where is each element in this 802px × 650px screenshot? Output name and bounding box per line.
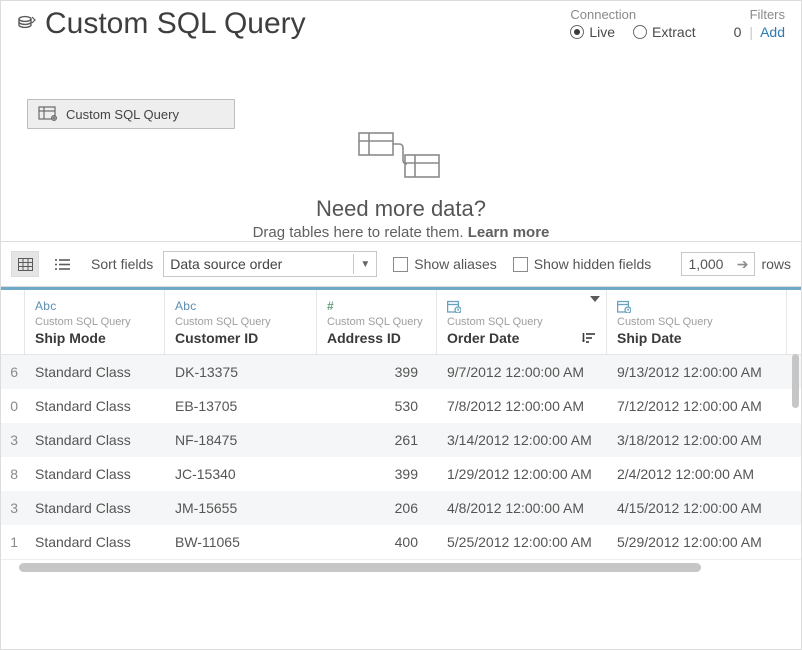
cell-customer-id: DK-13375 <box>165 355 317 389</box>
rows-label: rows <box>761 256 791 272</box>
cell-address-id: 261 <box>317 423 437 457</box>
sort-fields-dropdown[interactable]: Data source order ▼ <box>163 251 377 277</box>
sort-icon[interactable] <box>582 332 596 344</box>
connection-radios: Live Extract <box>570 24 695 40</box>
cell-ship-date: 4/15/2012 12:00:00 AM <box>607 491 787 525</box>
radio-unselected-icon <box>633 25 647 39</box>
show-hidden-fields-checkbox[interactable]: Show hidden fields <box>513 256 652 272</box>
cell-customer-id: EB-13705 <box>165 389 317 423</box>
cell-order-date: 3/14/2012 12:00:00 AM <box>437 423 607 457</box>
need-more-heading: Need more data? <box>1 196 801 222</box>
string-type-icon: Abc <box>35 298 154 314</box>
table-pill-label: Custom SQL Query <box>66 107 179 122</box>
cell-ship-date: 9/13/2012 12:00:00 AM <box>607 355 787 389</box>
cell-ship-mode: Standard Class <box>25 525 165 559</box>
cell-ship-date: 5/29/2012 12:00:00 AM <box>607 525 787 559</box>
column-header-customer-id[interactable]: Abc Custom SQL Query Customer ID <box>165 290 317 354</box>
sort-fields-label: Sort fields <box>91 256 153 272</box>
string-type-icon: Abc <box>175 298 306 314</box>
table-row[interactable]: 3Standard ClassNF-184752613/14/2012 12:0… <box>1 423 801 457</box>
radio-selected-icon <box>570 25 584 39</box>
cell-rownum: 8 <box>1 457 25 491</box>
connection-extract-radio[interactable]: Extract <box>633 24 696 40</box>
cell-rownum: 1 <box>1 525 25 559</box>
cell-rownum: 0 <box>1 389 25 423</box>
column-header-order-date[interactable]: Custom SQL Query Order Date <box>437 290 607 354</box>
cell-rownum: 3 <box>1 423 25 457</box>
cell-ship-date: 7/12/2012 12:00:00 AM <box>607 389 787 423</box>
drop-hint: Need more data? Drag tables here to rela… <box>1 129 801 241</box>
cell-order-date: 4/8/2012 12:00:00 AM <box>437 491 607 525</box>
cell-order-date: 9/7/2012 12:00:00 AM <box>437 355 607 389</box>
data-grid: Abc Custom SQL Query Ship Mode Abc Custo… <box>1 286 801 576</box>
join-canvas[interactable]: Custom SQL Query Need more data? Drag ta… <box>1 41 801 241</box>
show-aliases-checkbox[interactable]: Show aliases <box>393 256 497 272</box>
number-type-icon: # <box>327 298 426 314</box>
row-limit-input[interactable]: 1,000 ➔ <box>681 252 755 276</box>
cell-ship-mode: Standard Class <box>25 355 165 389</box>
filters-add-link[interactable]: Add <box>760 24 785 40</box>
cell-customer-id: JC-15340 <box>165 457 317 491</box>
table-row[interactable]: 3Standard ClassJM-156552064/8/2012 12:00… <box>1 491 801 525</box>
cell-ship-mode: Standard Class <box>25 457 165 491</box>
table-row[interactable]: 6Standard ClassDK-133753999/7/2012 12:00… <box>1 355 801 389</box>
table-row[interactable]: 1Standard ClassBW-110654005/25/2012 12:0… <box>1 525 801 559</box>
checkbox-icon <box>393 257 408 272</box>
custom-sql-icon <box>38 106 58 122</box>
drag-text: Drag tables here to relate them. <box>253 224 464 241</box>
filters-block: Filters 0 | Add <box>734 7 785 40</box>
cell-address-id: 206 <box>317 491 437 525</box>
cell-address-id: 399 <box>317 355 437 389</box>
filters-count: 0 <box>734 24 742 40</box>
vertical-scrollbar[interactable] <box>791 354 801 559</box>
arrow-right-icon: ➔ <box>737 256 749 273</box>
cell-rownum: 6 <box>1 355 25 389</box>
grid-view-button[interactable] <box>11 251 39 277</box>
data-grid-body[interactable]: 6Standard ClassDK-133753999/7/2012 12:00… <box>1 354 801 559</box>
connection-live-radio[interactable]: Live <box>570 24 615 40</box>
table-row[interactable]: 8Standard ClassJC-153403991/29/2012 12:0… <box>1 457 801 491</box>
cell-address-id: 399 <box>317 457 437 491</box>
relate-tables-icon <box>353 129 449 183</box>
cell-ship-date: 3/18/2012 12:00:00 AM <box>607 423 787 457</box>
cell-ship-date: 2/4/2012 12:00:00 AM <box>607 457 787 491</box>
horizontal-scrollbar[interactable] <box>1 559 801 576</box>
cell-customer-id: NF-18475 <box>165 423 317 457</box>
connection-label: Connection <box>570 7 695 22</box>
cell-ship-mode: Standard Class <box>25 389 165 423</box>
cell-rownum: 3 <box>1 491 25 525</box>
data-grid-header: Abc Custom SQL Query Ship Mode Abc Custo… <box>1 287 801 354</box>
header: Custom SQL Query Connection Live Extract… <box>1 1 801 41</box>
learn-more-link[interactable]: Learn more <box>468 224 550 241</box>
cell-order-date: 1/29/2012 12:00:00 AM <box>437 457 607 491</box>
page-title: Custom SQL Query <box>45 7 562 41</box>
chevron-down-icon: ▼ <box>360 259 370 270</box>
cell-order-date: 5/25/2012 12:00:00 AM <box>437 525 607 559</box>
cell-ship-mode: Standard Class <box>25 491 165 525</box>
datetime-type-icon <box>447 298 596 314</box>
list-view-button[interactable] <box>49 252 75 276</box>
cell-ship-mode: Standard Class <box>25 423 165 457</box>
connection-block: Connection Live Extract <box>570 7 695 40</box>
table-row[interactable]: 0Standard ClassEB-137055307/8/2012 12:00… <box>1 389 801 423</box>
column-header-rownum <box>1 290 25 354</box>
checkbox-icon <box>513 257 528 272</box>
table-pill-custom-sql[interactable]: Custom SQL Query <box>27 99 235 129</box>
column-header-ship-mode[interactable]: Abc Custom SQL Query Ship Mode <box>25 290 165 354</box>
grid-toolbar: Sort fields Data source order ▼ Show ali… <box>1 241 801 286</box>
cell-customer-id: JM-15655 <box>165 491 317 525</box>
filters-label: Filters <box>734 7 785 22</box>
column-header-ship-date[interactable]: Custom SQL Query Ship Date <box>607 290 787 354</box>
column-header-address-id[interactable]: # Custom SQL Query Address ID <box>317 290 437 354</box>
chevron-down-icon[interactable] <box>590 296 600 302</box>
datasource-icon[interactable] <box>17 15 37 37</box>
cell-address-id: 530 <box>317 389 437 423</box>
cell-address-id: 400 <box>317 525 437 559</box>
cell-order-date: 7/8/2012 12:00:00 AM <box>437 389 607 423</box>
datetime-type-icon <box>617 298 776 314</box>
cell-customer-id: BW-11065 <box>165 525 317 559</box>
